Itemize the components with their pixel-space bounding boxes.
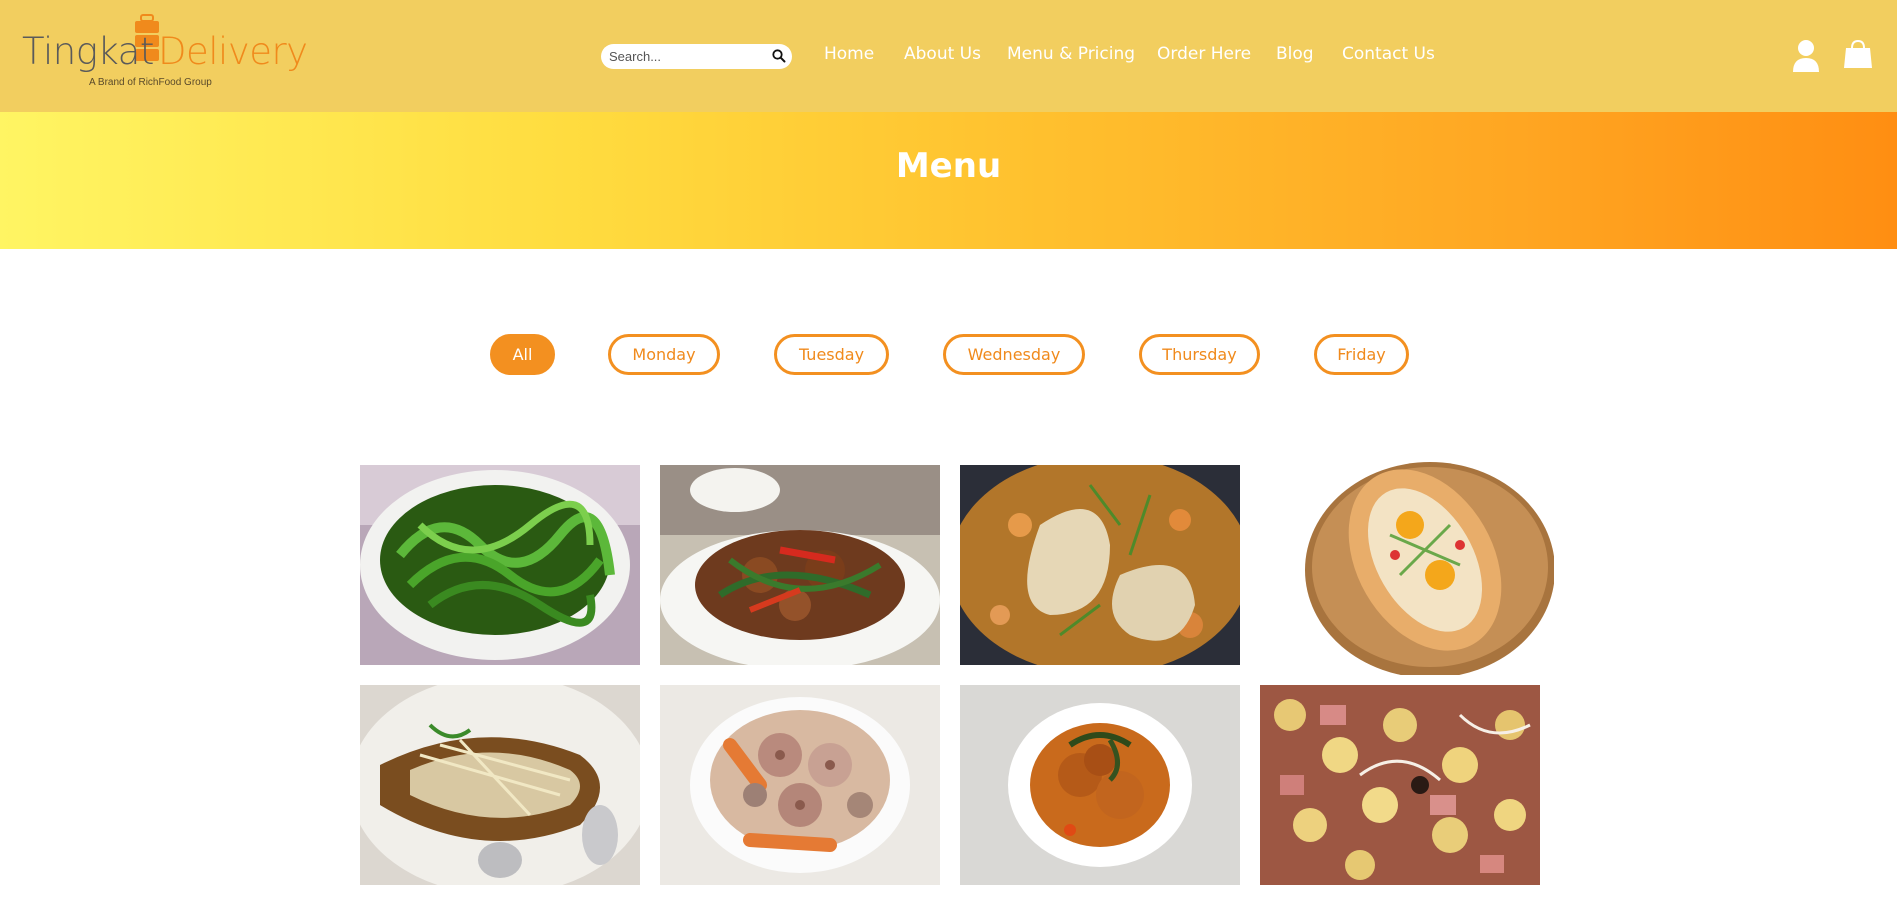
shopping-bag-icon[interactable]	[1842, 38, 1874, 70]
logo-tagline: A Brand of RichFood Group	[89, 77, 212, 88]
logo-word-delivery: Delivery	[158, 30, 308, 73]
nav-contact-us[interactable]: Contact Us	[1342, 44, 1435, 64]
filter-monday[interactable]: Monday	[608, 334, 720, 375]
dish-photo[interactable]	[660, 685, 940, 885]
filter-tuesday[interactable]: Tuesday	[774, 334, 889, 375]
dish-photo[interactable]	[960, 465, 1240, 665]
filter-thursday[interactable]: Thursday	[1139, 334, 1260, 375]
dish-photo-steamed-fish	[360, 685, 640, 885]
logo-word-tingkat: Tingkat	[22, 30, 154, 73]
dish-photo-greens	[360, 465, 640, 665]
filter-friday[interactable]: Friday	[1314, 334, 1409, 375]
page-title: Menu	[895, 146, 1002, 186]
nav-menu-pricing[interactable]: Menu & Pricing	[1007, 44, 1135, 64]
filter-all[interactable]: All	[490, 334, 555, 375]
nav-blog[interactable]: Blog	[1276, 44, 1314, 64]
dish-photo[interactable]	[360, 685, 640, 885]
dish-photo-potato-fry	[1260, 685, 1540, 885]
dish-photo-pork-chili	[660, 465, 940, 665]
day-filter-bar: All Monday Tuesday Wednesday Thursday Fr…	[0, 334, 1897, 376]
filter-wednesday[interactable]: Wednesday	[943, 334, 1085, 375]
search-box	[601, 44, 792, 69]
dish-photo[interactable]	[1260, 685, 1540, 885]
dish-photo[interactable]	[360, 465, 640, 665]
dish-photo[interactable]	[960, 685, 1240, 885]
dish-photo-chicken-stew	[960, 465, 1240, 665]
search-icon[interactable]	[771, 48, 787, 64]
nav-home[interactable]: Home	[824, 44, 874, 64]
account-icon[interactable]	[1792, 38, 1820, 72]
dish-photo-egg-flatbread	[1260, 455, 1554, 675]
dish-photo-curry-chicken	[960, 685, 1240, 885]
site-header: Tingkat Delivery A Brand of RichFood Gro…	[0, 0, 1897, 112]
brand-logo[interactable]: Tingkat Delivery A Brand of RichFood Gro…	[22, 12, 308, 92]
dish-photo[interactable]	[660, 465, 940, 665]
search-input[interactable]	[609, 48, 759, 65]
nav-order-here[interactable]: Order Here	[1157, 44, 1251, 64]
dish-photo[interactable]	[1260, 455, 1554, 675]
dish-photo-lotus-soup	[660, 685, 940, 885]
page-banner: Menu	[0, 112, 1897, 249]
nav-about-us[interactable]: About Us	[904, 44, 981, 64]
